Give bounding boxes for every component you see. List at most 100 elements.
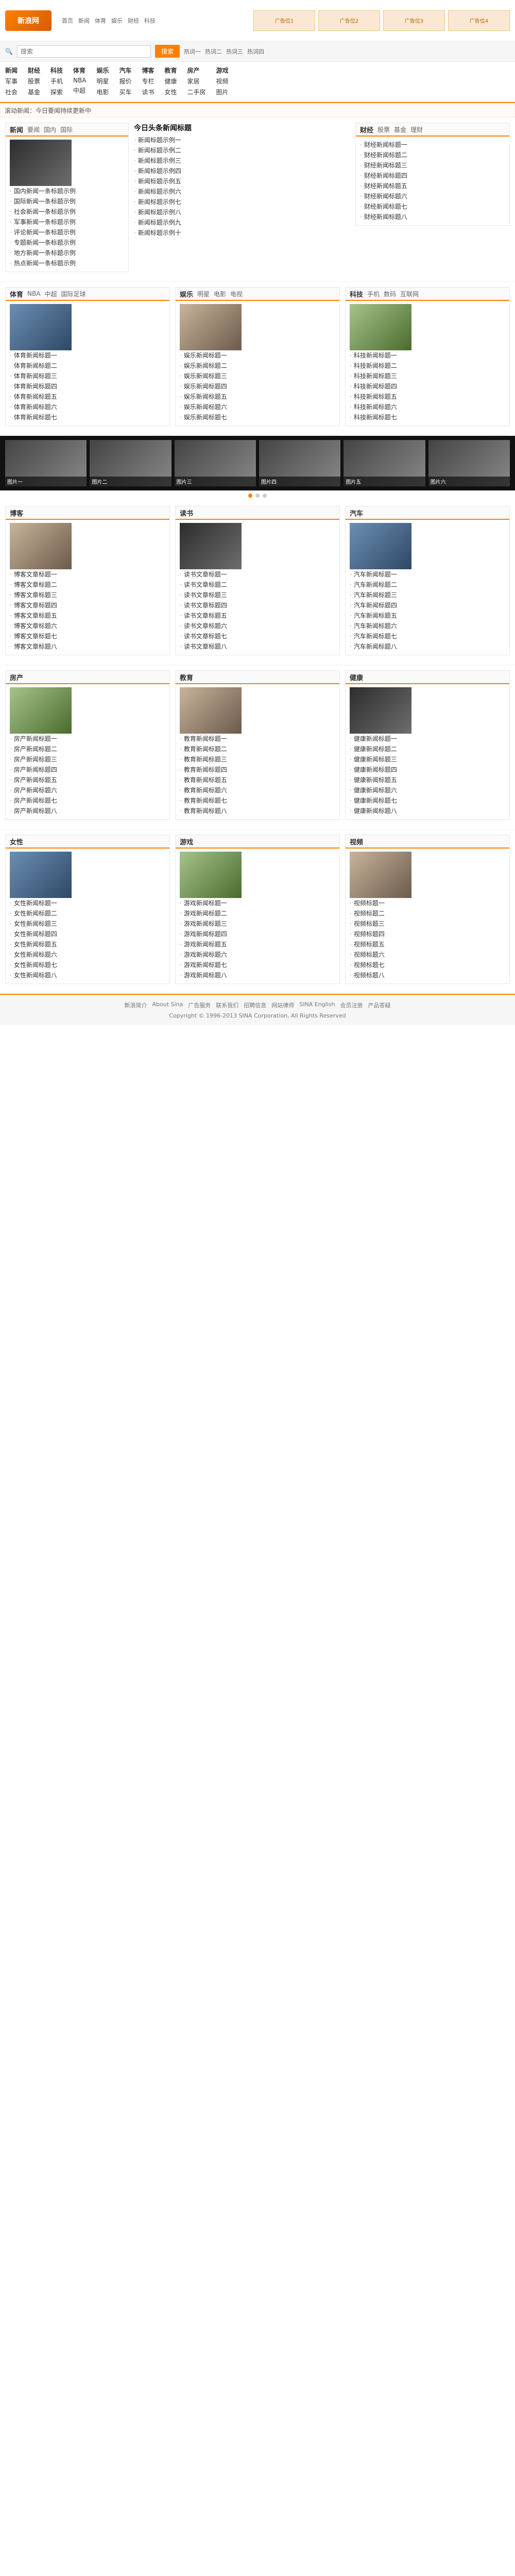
block-photo[interactable] — [180, 523, 242, 569]
film-item[interactable]: 图片二 — [90, 440, 171, 486]
pager-dot[interactable] — [248, 494, 252, 498]
channel-link[interactable]: 家居 — [187, 77, 206, 86]
list-item[interactable]: 教育新闻标题七 — [180, 795, 335, 806]
list-item[interactable]: 博客文章标题七 — [10, 631, 165, 641]
channel-link[interactable]: 社会 — [5, 88, 18, 96]
list-item[interactable]: 娱乐新闻标题三 — [180, 371, 335, 381]
top-nav-item[interactable]: 娱乐 — [111, 16, 123, 25]
list-item[interactable]: 新闻标题示例三 — [134, 156, 350, 166]
channel-link[interactable]: 军事 — [5, 77, 18, 86]
list-item[interactable]: 健康新闻标题八 — [350, 806, 505, 816]
tab[interactable]: 国内 — [44, 125, 56, 134]
list-item[interactable]: 汽车新闻标题二 — [350, 580, 505, 590]
list-item[interactable]: 房产新闻标题五 — [10, 775, 165, 785]
list-item[interactable]: 评论新闻一条标题示例 — [10, 227, 124, 238]
footer-link[interactable]: 新浪简介 — [125, 1001, 147, 1009]
list-item[interactable]: 女性新闻标题七 — [10, 960, 165, 970]
list-item[interactable]: 视频标题三 — [350, 919, 505, 929]
footer-link[interactable]: 招聘信息 — [244, 1001, 266, 1009]
footer-link[interactable]: 联系我们 — [216, 1001, 238, 1009]
list-item[interactable]: 地方新闻一条标题示例 — [10, 248, 124, 258]
list-item[interactable]: 财经新闻标题六 — [360, 191, 505, 201]
news-ticker[interactable]: 滚动新闻：今日要闻持续更新中 — [0, 103, 515, 117]
tab[interactable]: 数码 — [384, 290, 396, 298]
list-item[interactable]: 新闻标题示例一 — [134, 135, 350, 145]
tab[interactable]: 国际 — [60, 125, 73, 134]
list-item[interactable]: 社会新闻一条标题示例 — [10, 207, 124, 217]
list-item[interactable]: 教育新闻标题二 — [180, 744, 335, 754]
list-item[interactable]: 女性新闻标题一 — [10, 898, 165, 908]
list-item[interactable]: 财经新闻标题二 — [360, 150, 505, 160]
list-item[interactable]: 专题新闻一条标题示例 — [10, 238, 124, 248]
list-item[interactable]: 娱乐新闻标题七 — [180, 412, 335, 422]
list-item[interactable]: 汽车新闻标题六 — [350, 621, 505, 631]
ent-photo[interactable] — [180, 304, 242, 350]
list-item[interactable]: 房产新闻标题一 — [10, 734, 165, 744]
list-item[interactable]: 娱乐新闻标题四 — [180, 381, 335, 392]
list-item[interactable]: 财经新闻标题四 — [360, 171, 505, 181]
list-item[interactable]: 健康新闻标题二 — [350, 744, 505, 754]
film-item[interactable]: 图片四 — [259, 440, 341, 486]
list-item[interactable]: 房产新闻标题四 — [10, 765, 165, 775]
top-nav-item[interactable]: 科技 — [144, 16, 156, 25]
list-item[interactable]: 视频标题八 — [350, 970, 505, 980]
tab[interactable]: NBA — [27, 290, 40, 297]
list-item[interactable]: 博客文章标题二 — [10, 580, 165, 590]
footer-link[interactable]: 会员注册 — [340, 1001, 363, 1009]
list-item[interactable]: 女性新闻标题二 — [10, 908, 165, 919]
list-item[interactable]: 新闻标题示例四 — [134, 166, 350, 176]
list-item[interactable]: 汽车新闻标题三 — [350, 590, 505, 600]
list-item[interactable]: 国内新闻一条标题示例 — [10, 186, 124, 196]
tab[interactable]: 国际足球 — [61, 290, 85, 298]
list-item[interactable]: 娱乐新闻标题一 — [180, 350, 335, 361]
ad-box[interactable]: 广告位4 — [448, 10, 510, 31]
channel-link[interactable]: 报价 — [119, 77, 131, 86]
site-logo[interactable]: 新浪网 — [5, 10, 52, 31]
tab[interactable]: 股票 — [377, 125, 390, 134]
list-item[interactable]: 房产新闻标题二 — [10, 744, 165, 754]
list-item[interactable]: 健康新闻标题六 — [350, 785, 505, 795]
list-item[interactable]: 视频标题二 — [350, 908, 505, 919]
list-item[interactable]: 游戏新闻标题五 — [180, 939, 335, 950]
list-item[interactable]: 新闻标题示例十 — [134, 228, 350, 238]
list-item[interactable]: 读书文章标题七 — [180, 631, 335, 641]
film-item[interactable]: 图片三 — [174, 440, 256, 486]
pager-dot[interactable] — [263, 494, 267, 498]
list-item[interactable]: 读书文章标题二 — [180, 580, 335, 590]
list-item[interactable]: 汽车新闻标题四 — [350, 600, 505, 611]
channel-link[interactable]: 教育 — [165, 66, 177, 75]
tab[interactable]: 电影 — [214, 290, 226, 298]
channel-link[interactable]: 健康 — [165, 77, 177, 86]
channel-link[interactable]: 游戏 — [216, 66, 229, 75]
list-item[interactable]: 博客文章标题四 — [10, 600, 165, 611]
sports-photo[interactable] — [10, 304, 72, 350]
list-item[interactable]: 博客文章标题三 — [10, 590, 165, 600]
tab[interactable]: 手机 — [367, 290, 380, 298]
channel-link[interactable]: 财经 — [28, 66, 40, 75]
channel-link[interactable]: 股票 — [28, 77, 40, 86]
list-item[interactable]: 体育新闻标题六 — [10, 402, 165, 412]
list-item[interactable]: 娱乐新闻标题五 — [180, 392, 335, 402]
list-item[interactable]: 体育新闻标题三 — [10, 371, 165, 381]
search-button[interactable]: 搜索 — [154, 45, 180, 58]
tab[interactable]: 电视 — [230, 290, 243, 298]
list-item[interactable]: 读书文章标题五 — [180, 611, 335, 621]
list-item[interactable]: 女性新闻标题五 — [10, 939, 165, 950]
list-item[interactable]: 游戏新闻标题七 — [180, 960, 335, 970]
channel-link[interactable]: 明星 — [96, 77, 109, 86]
list-item[interactable]: 财经新闻标题五 — [360, 181, 505, 191]
channel-link[interactable]: 基金 — [28, 88, 40, 96]
hot-word[interactable]: 热词三 — [226, 47, 243, 56]
list-item[interactable]: 新闻标题示例九 — [134, 217, 350, 228]
list-item[interactable]: 房产新闻标题八 — [10, 806, 165, 816]
list-item[interactable]: 视频标题五 — [350, 939, 505, 950]
list-item[interactable]: 博客文章标题一 — [10, 569, 165, 580]
block-photo[interactable] — [350, 687, 411, 734]
list-item[interactable]: 读书文章标题六 — [180, 621, 335, 631]
list-item[interactable]: 游戏新闻标题一 — [180, 898, 335, 908]
top-nav-item[interactable]: 财经 — [128, 16, 139, 25]
pager-dot[interactable] — [255, 494, 260, 498]
list-item[interactable]: 体育新闻标题四 — [10, 381, 165, 392]
search-input[interactable] — [16, 45, 151, 58]
tab[interactable]: 基金 — [394, 125, 406, 134]
